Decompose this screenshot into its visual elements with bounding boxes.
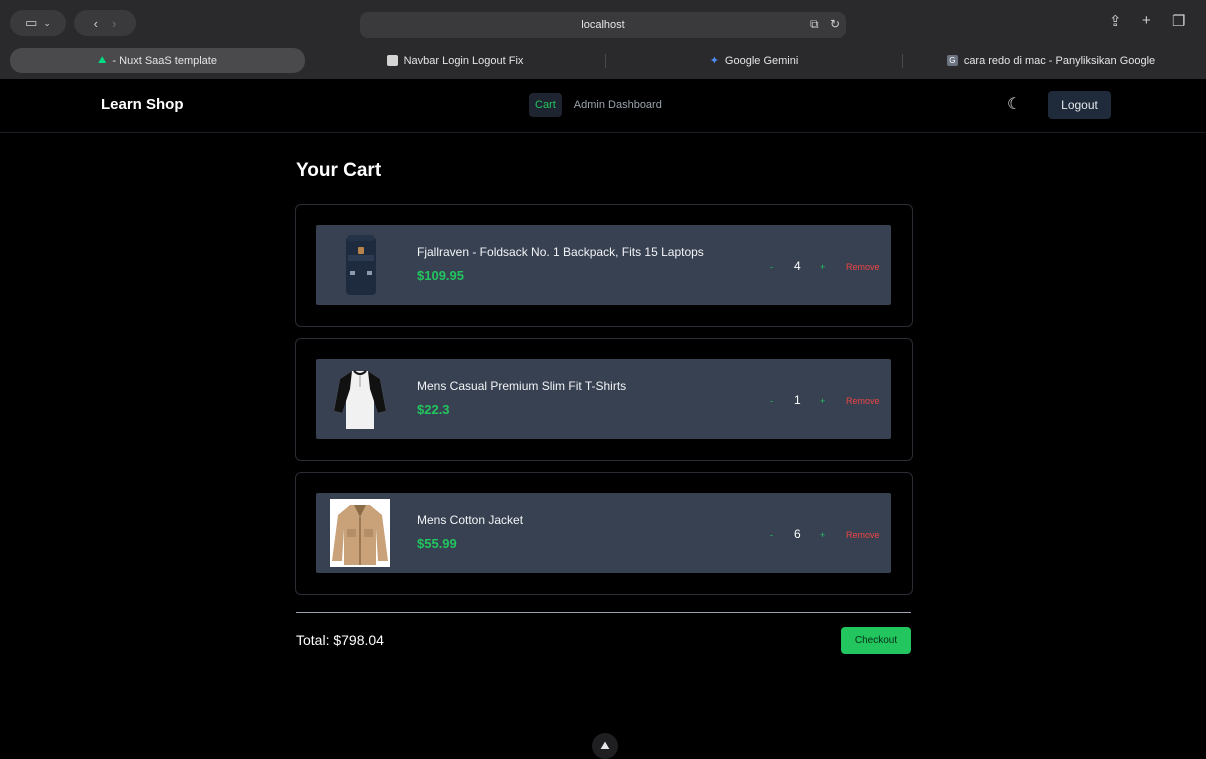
item-name: Mens Cotton Jacket [417,513,524,527]
item-price: $55.99 [417,536,457,551]
gemini-favicon-icon: ✦ [709,55,719,67]
cart-divider [296,612,911,613]
cart-card: Fjallraven - Foldsack No. 1 Backpack, Fi… [295,204,913,327]
remove-item-button[interactable]: Remove [846,262,880,272]
remove-item-button[interactable]: Remove [846,530,880,540]
nav-links: Cart Admin Dashboard [529,93,668,117]
back-button[interactable]: ‹ [94,16,98,31]
jacket-image [330,499,390,567]
nuxt-logo-icon: ⛰ [600,739,610,752]
item-name: Fjallraven - Foldsack No. 1 Backpack, Fi… [417,245,704,259]
increase-quantity-button[interactable]: + [820,530,825,540]
tab-label: cara redo di mac - Panyliksikan Google [963,54,1156,67]
tab-label: Navbar Login Logout Fix [403,54,524,67]
app-navbar: Learn Shop Cart Admin Dashboard ☾ Logout [0,79,1206,133]
increase-quantity-button[interactable]: + [820,262,825,272]
address-bar[interactable]: localhost ⧉ ↻ [360,12,846,38]
brand-logo[interactable]: Learn Shop [101,96,184,113]
nuxt-favicon-icon: ⛰ [98,55,107,66]
cart-item: Fjallraven - Foldsack No. 1 Backpack, Fi… [316,225,891,305]
backpack-image [330,231,390,299]
cart-item: Mens Casual Premium Slim Fit T-Shirts $2… [316,359,891,439]
sidebar-icon: ▭ [25,15,38,30]
tab-overview-icon[interactable]: ❐ [1172,12,1185,30]
google-favicon-icon: G [946,55,958,66]
browser-chrome: ▭⌄ ‹ › ☰ localhost ⧉ ↻ ⇪ + ❐ ⛰ - Nuxt Sa… [0,0,1206,79]
history-nav: ‹ › [74,10,136,36]
forward-button[interactable]: › [112,16,116,31]
tab-google-search[interactable]: G cara redo di mac - Panyliksikan Google [903,48,1199,73]
remove-item-button[interactable]: Remove [846,396,880,406]
cart-total: Total: $798.04 [296,632,384,648]
nuxt-devtools-button[interactable]: ⛰ [592,733,618,759]
tab-bar: ⛰ - Nuxt SaaS template Navbar Login Logo… [0,48,1206,74]
decrease-quantity-button[interactable]: - [770,262,773,272]
cart-item: Mens Cotton Jacket $55.99 - 6 + Remove [316,493,891,573]
item-quantity: 1 [794,393,801,407]
moon-icon[interactable]: ☾ [1007,94,1021,114]
decrease-quantity-button[interactable]: - [770,530,773,540]
tab-label: Google Gemini [724,54,799,67]
tab-label: - Nuxt SaaS template [112,54,217,67]
translate-icon[interactable]: ⧉ [810,17,819,32]
new-tab-icon[interactable]: + [1142,12,1151,29]
increase-quantity-button[interactable]: + [820,396,825,406]
item-quantity: 4 [794,259,801,273]
reload-icon[interactable]: ↻ [830,17,840,31]
item-price: $109.95 [417,268,464,283]
checkout-button[interactable]: Checkout [841,627,911,654]
nav-link-cart[interactable]: Cart [529,93,562,117]
tab-gemini[interactable]: ✦ Google Gemini [606,48,902,73]
sidebar-toggle-button[interactable]: ▭ ⌄ [10,10,66,36]
nav-link-admin-dashboard[interactable]: Admin Dashboard [568,93,668,117]
share-icon[interactable]: ⇪ [1109,12,1122,30]
cart-card: Mens Cotton Jacket $55.99 - 6 + Remove [295,472,913,595]
tab-nuxt-saas[interactable]: ⛰ - Nuxt SaaS template [10,48,305,73]
chevron-down-icon: ⌄ [43,17,51,28]
logout-button[interactable]: Logout [1048,91,1111,119]
cart-card: Mens Casual Premium Slim Fit T-Shirts $2… [295,338,913,461]
chatgpt-favicon-icon [386,55,398,66]
item-price: $22.3 [417,402,450,417]
item-quantity: 6 [794,527,801,541]
address-url: localhost [581,19,625,31]
tab-navbar-fix[interactable]: Navbar Login Logout Fix [305,48,605,73]
tshirt-image [330,365,390,433]
page-title: Your Cart [296,160,382,181]
item-name: Mens Casual Premium Slim Fit T-Shirts [417,379,627,393]
decrease-quantity-button[interactable]: - [770,396,773,406]
browser-toolbar: ▭⌄ ‹ › ☰ localhost ⧉ ↻ ⇪ + ❐ [0,0,1206,46]
